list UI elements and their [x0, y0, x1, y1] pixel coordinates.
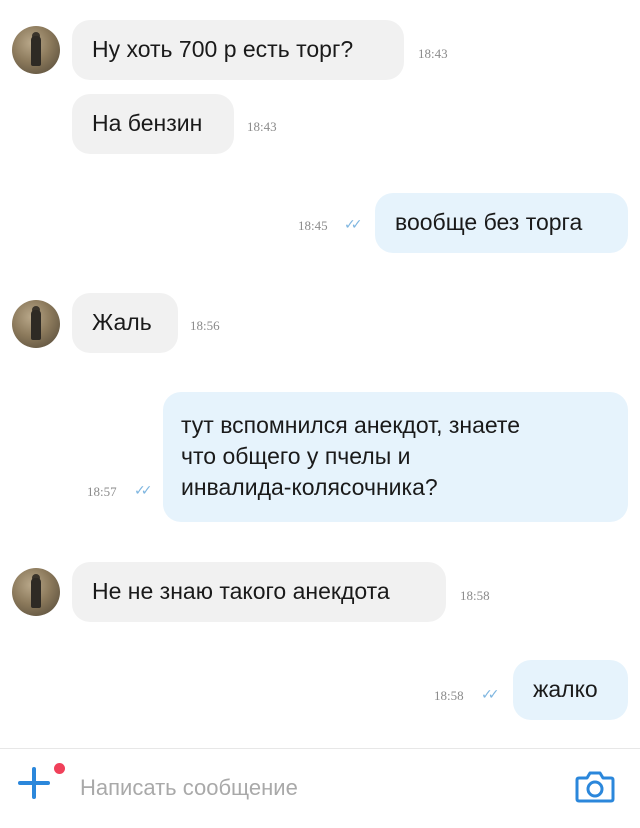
- message-bubble[interactable]: тут вспомнился анекдот, знаете что общег…: [163, 392, 628, 522]
- message-bubble[interactable]: Жаль: [72, 293, 178, 353]
- message-time: 18:57: [87, 484, 117, 499]
- message-text: Не не знаю такого анекдота: [92, 578, 390, 604]
- message-time: 18:43: [247, 119, 277, 134]
- message-line: тут вспомнился анекдот, знаете: [181, 412, 521, 438]
- notification-badge: [54, 763, 65, 774]
- message-time: 18:43: [418, 46, 448, 61]
- avatar[interactable]: [12, 568, 60, 616]
- message-line: инвалида-колясочника?: [181, 474, 438, 500]
- message-time: 18:45: [298, 218, 328, 233]
- plus-icon[interactable]: [18, 767, 50, 799]
- chat-area: Ну хоть 700 р есть торг? 18:43 На бензин…: [0, 0, 640, 748]
- message-time: 18:58: [460, 588, 490, 603]
- avatar[interactable]: [12, 300, 60, 348]
- message-bubble[interactable]: вообще без торга: [375, 193, 628, 253]
- read-ticks-icon: ✓✓: [134, 482, 153, 498]
- message-text: Жаль: [92, 309, 152, 335]
- message-bubble[interactable]: Не не знаю такого анекдота: [72, 562, 446, 622]
- message-composer: Написать сообщение: [0, 749, 640, 828]
- message-text: жалко: [533, 676, 598, 702]
- avatar[interactable]: [12, 26, 60, 74]
- message-text: На бензин: [92, 110, 203, 136]
- message-input[interactable]: Написать сообщение: [80, 775, 298, 801]
- message-line: что общего у пчелы и: [181, 443, 411, 469]
- message-bubble[interactable]: На бензин: [72, 94, 234, 154]
- read-ticks-icon: ✓✓: [481, 686, 500, 702]
- message-bubble[interactable]: Ну хоть 700 р есть торг?: [72, 20, 404, 80]
- camera-icon[interactable]: [575, 769, 615, 803]
- message-time: 18:56: [190, 318, 220, 333]
- message-text: Ну хоть 700 р есть торг?: [92, 36, 354, 62]
- read-ticks-icon: ✓✓: [344, 216, 363, 232]
- message-bubble[interactable]: жалко: [513, 660, 628, 720]
- message-text: вообще без торга: [395, 209, 583, 235]
- message-time: 18:58: [434, 688, 464, 703]
